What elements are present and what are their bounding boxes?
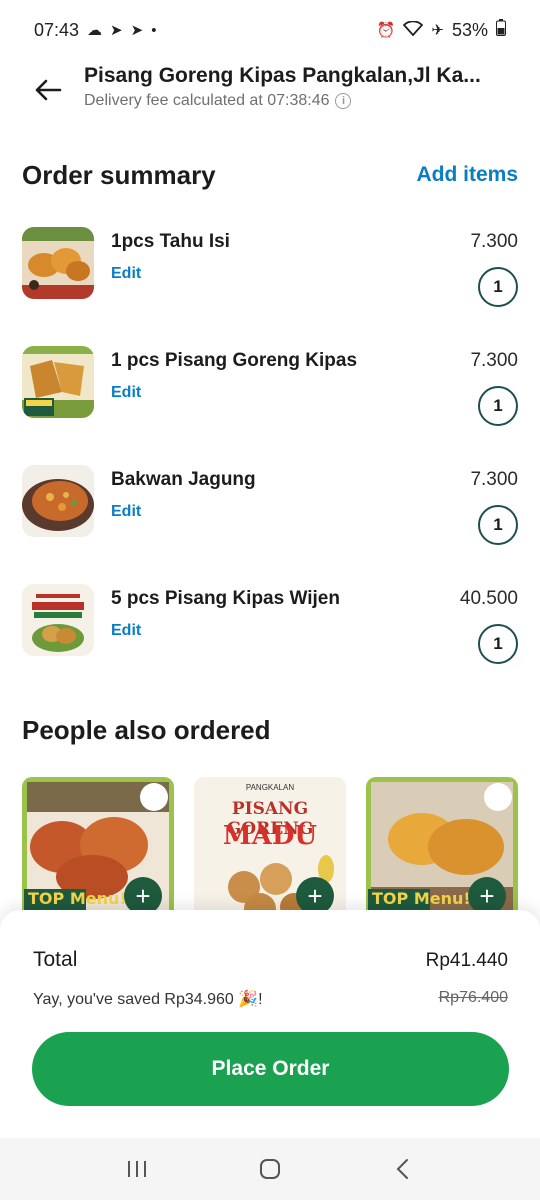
checkout-sheet: Total Rp41.440 Yay, you've saved Rp34.96… <box>0 910 540 1138</box>
card-title-line2: MADU <box>222 821 318 851</box>
store-title: Pisang Goreng Kipas Pangkalan,Jl Ka... <box>84 64 481 87</box>
back-arrow-icon <box>35 79 62 101</box>
add-items-link[interactable]: Add items <box>416 163 518 187</box>
order-item: 1 pcs Pisang Goreng Kipas Edit 7.300 1 <box>0 346 540 446</box>
alarm-icon: ⏰ <box>376 21 396 39</box>
header: Pisang Goreng Kipas Pangkalan,Jl Ka... D… <box>0 60 540 120</box>
info-icon[interactable]: i <box>335 93 352 109</box>
top-menu-badge: TOP Menu! <box>372 889 471 908</box>
item-edit-link[interactable]: Edit <box>111 503 141 521</box>
total-value: Rp41.440 <box>425 950 508 971</box>
item-thumbnail-bakwan-jagung <box>22 465 94 537</box>
airplane-icon: ✈ <box>431 21 444 39</box>
cloud-icon: ☁ <box>87 21 103 39</box>
quantity-button[interactable]: 1 <box>478 505 518 545</box>
item-price: 7.300 <box>470 350 518 371</box>
original-price: Rp76.400 <box>438 989 508 1006</box>
recommendation-card[interactable]: TOP Menu! + <box>366 777 518 927</box>
recommendation-card[interactable]: PANGKALAN PISANG GORENG MADU + <box>194 777 346 927</box>
top-menu-badge: TOP Menu! <box>28 889 127 908</box>
delivery-fee-text: Delivery fee calculated at 07:38:46 <box>84 92 330 109</box>
item-name: Bakwan Jagung <box>111 469 256 490</box>
place-order-button[interactable]: Place Order <box>32 1032 509 1106</box>
plus-icon: + <box>135 881 151 911</box>
back-button[interactable] <box>28 70 68 110</box>
item-edit-link[interactable]: Edit <box>111 622 141 640</box>
quantity-button[interactable]: 1 <box>478 386 518 426</box>
item-price: 40.500 <box>459 588 518 609</box>
item-edit-link[interactable]: Edit <box>111 265 141 283</box>
quantity-button[interactable]: 1 <box>478 267 518 307</box>
recent-apps-button[interactable] <box>107 1149 167 1189</box>
plus-icon: + <box>479 881 495 911</box>
item-thumbnail-pisang-kipas-wijen <box>22 584 94 656</box>
wifi-icon <box>403 20 424 40</box>
home-icon <box>259 1159 280 1179</box>
savings-text: Yay, you've saved Rp34.960 🎉! <box>33 991 263 1008</box>
order-item: Bakwan Jagung Edit 7.300 1 <box>0 465 540 565</box>
order-item: 5 pcs Pisang Kipas Wijen Edit 40.500 1 <box>0 584 540 684</box>
battery-percent: 53% <box>451 19 488 40</box>
recent-apps-icon <box>127 1161 146 1177</box>
item-thumbnail-pisang-goreng-kipas <box>22 346 94 418</box>
order-summary-title: Order summary <box>22 160 216 190</box>
item-name: 5 pcs Pisang Kipas Wijen <box>111 588 340 609</box>
chevron-left-icon <box>396 1159 409 1179</box>
order-item: 1pcs Tahu Isi Edit 7.300 1 <box>0 227 540 327</box>
recommendation-card[interactable]: TOP Menu! + <box>22 777 174 927</box>
status-left: 07:43 ☁ ➤ ➤ • <box>34 20 156 41</box>
people-also-ordered-title: People also ordered <box>22 715 271 745</box>
back-nav-button[interactable] <box>373 1149 433 1189</box>
item-thumbnail-tahu-isi <box>22 227 94 299</box>
telegram-icon-2: ➤ <box>130 21 144 39</box>
quantity-button[interactable]: 1 <box>478 624 518 664</box>
notification-dot-icon: • <box>151 21 157 39</box>
telegram-icon: ➤ <box>110 21 123 39</box>
item-price: 7.300 <box>470 231 518 252</box>
plus-icon: + <box>307 881 323 911</box>
system-nav-bar <box>0 1138 540 1200</box>
status-right: ⏰ ✈ 53% <box>377 19 506 41</box>
battery-icon <box>496 19 506 41</box>
home-button[interactable] <box>240 1149 300 1189</box>
total-label: Total <box>33 948 78 971</box>
brand-text: PANGKALAN <box>245 783 295 792</box>
item-price: 7.300 <box>470 469 518 490</box>
delivery-fee-note: Delivery fee calculated at 07:38:46 i <box>84 92 352 110</box>
status-bar: 07:43 ☁ ➤ ➤ • ⏰ ✈ 53% <box>0 0 540 60</box>
item-edit-link[interactable]: Edit <box>111 384 141 402</box>
item-name: 1 pcs Pisang Goreng Kipas <box>111 350 358 371</box>
item-name: 1pcs Tahu Isi <box>111 231 230 252</box>
status-time: 07:43 <box>34 19 80 40</box>
